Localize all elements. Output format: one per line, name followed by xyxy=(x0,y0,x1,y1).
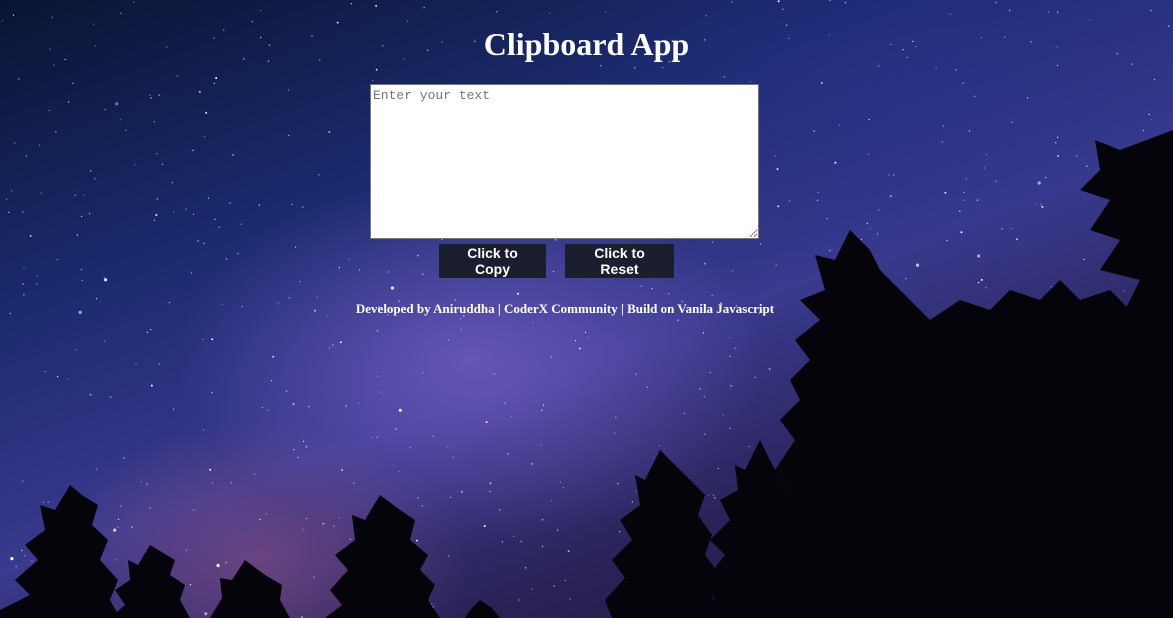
page-title: Clipboard App xyxy=(483,26,690,62)
copy-button[interactable]: Click to Copy xyxy=(439,244,546,278)
reset-button[interactable]: Click to Reset xyxy=(565,244,674,278)
text-input-area[interactable] xyxy=(370,84,759,239)
footer-credits: Developed by Aniruddha | CoderX Communit… xyxy=(355,301,775,316)
